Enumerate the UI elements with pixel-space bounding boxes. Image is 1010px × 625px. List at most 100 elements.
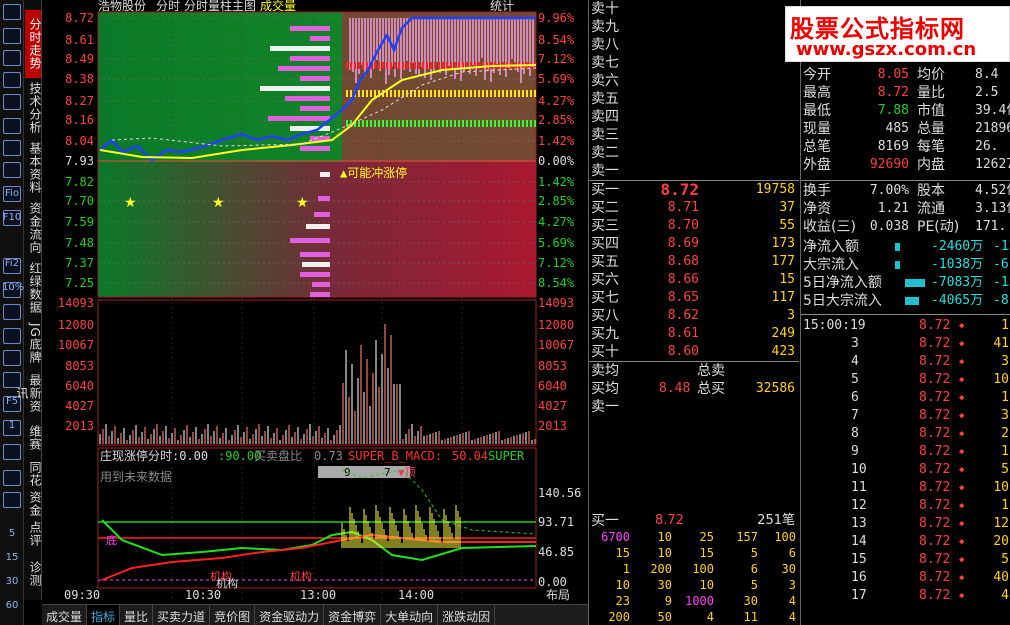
toolbar-icon-0[interactable]: [3, 4, 21, 20]
queue-cell: 200: [608, 610, 630, 624]
price-label-right: 4.27%: [538, 215, 575, 229]
tick-volume: 10: [993, 372, 1009, 387]
stat-key: 外盘: [803, 157, 831, 173]
intraday-chart[interactable]: 8.72 8.61 8.49 8.38 8.27 8.16 8.04 7.93 7.82 7.70…: [42, 0, 588, 602]
queue-cell: 10: [657, 530, 672, 544]
left-nav-tabs: 分时走势技术分析基本资料资金流向红绿数据 JG底牌最新资讯维赛同花 资金 点评诊测: [15, 0, 42, 600]
indicator-axis-label: 140.56: [538, 486, 581, 500]
queue-cell: 15: [699, 546, 714, 560]
ratio-value: 0.73: [314, 449, 343, 463]
toolbar-icon-5[interactable]: [3, 118, 21, 134]
tick-price: 8.72: [919, 516, 951, 531]
price-label-left: 8.38: [65, 72, 94, 86]
bid-price: 8.71: [667, 200, 699, 215]
toolbar-icon-4[interactable]: [3, 94, 21, 110]
nav-tab-4[interactable]: 红绿数据: [25, 260, 42, 316]
band-mark: [458, 120, 460, 127]
band-mark: [454, 120, 456, 127]
bid-label: 买六: [591, 272, 619, 288]
stat-key: 现量: [803, 121, 831, 137]
stat2-key2: 流通: [917, 201, 945, 217]
band-mark: [378, 62, 380, 69]
nav-tab-6[interactable]: 最新资讯: [15, 370, 42, 416]
band-mark: [522, 120, 524, 127]
queue-cell: 100: [692, 562, 714, 576]
bottom-tab-0[interactable]: 成交量: [42, 605, 88, 625]
tick-volume: 3: [1001, 408, 1009, 423]
tick-time: 5: [851, 372, 859, 387]
band-mark: [506, 90, 508, 97]
bottom-tab-5[interactable]: 资金驱动力: [255, 605, 325, 625]
volume-label-right: 10067: [538, 338, 574, 352]
band-mark: [530, 90, 532, 97]
tick-row: 10 8.72 ◆ 5: [803, 461, 1010, 479]
nav-tab-5[interactable]: JG底牌: [25, 320, 42, 366]
band-mark: [438, 90, 440, 97]
band-mark: [474, 90, 476, 97]
tick-up-marker: ◆: [959, 501, 965, 511]
bid-volume: 177: [771, 254, 795, 269]
band-mark: [426, 62, 428, 69]
flow-value: -7083万: [931, 275, 984, 290]
bid-price: 8.62: [667, 308, 699, 323]
nav-tab-11[interactable]: 诊测: [25, 556, 42, 592]
nav-tab-2[interactable]: 基本资料: [25, 140, 42, 196]
indicator-green-line: [101, 519, 537, 562]
band-mark: [362, 120, 364, 127]
toolbar-icon-6[interactable]: [3, 140, 21, 156]
bottom-tab-7[interactable]: 大单动向: [381, 605, 439, 625]
bottom-tab-8[interactable]: 涨跌动因: [438, 605, 496, 625]
toolbar-icon-3[interactable]: [3, 72, 21, 88]
bottom-tag: 底: [106, 533, 117, 547]
nav-tab-10[interactable]: 点评: [25, 520, 42, 548]
toolbar-icon-2[interactable]: [3, 50, 21, 66]
nav-tab-9[interactable]: 资金: [25, 490, 42, 518]
stats-label: 统计: [490, 0, 514, 13]
queue-cell: 100: [774, 530, 796, 544]
bottom-tab-6[interactable]: 资金博弈: [324, 605, 382, 625]
bid-price: 8.65: [667, 290, 699, 305]
toolbar-icon-19[interactable]: [3, 470, 21, 486]
volume-label-left: 6040: [65, 379, 94, 393]
volume-label-left: 2013: [65, 419, 94, 433]
flow-bar: [905, 297, 919, 305]
bottom-tab-4[interactable]: 竞价图: [210, 605, 256, 625]
bottom-tab-1[interactable]: 指标: [87, 605, 121, 625]
queue-cell: 5: [750, 578, 758, 592]
bottom-tab-2[interactable]: 量比: [120, 605, 154, 625]
band-mark: [398, 120, 400, 127]
flow-value: -1038万: [931, 257, 984, 272]
divider: [801, 180, 1010, 181]
bottom-tab-3[interactable]: 买卖力道: [153, 605, 211, 625]
queue-cell: 10: [615, 578, 630, 592]
nav-tab-1[interactable]: 技术分析: [25, 80, 42, 136]
toolbar-icon-18[interactable]: [3, 444, 21, 460]
toolbar-icon-12[interactable]: [3, 304, 21, 320]
tick-up-marker: ◆: [959, 357, 965, 367]
bid-price: 8.70: [667, 218, 699, 233]
band-mark: [362, 90, 364, 97]
toolbar-icon-15[interactable]: [3, 372, 21, 388]
toolbar-icon-13[interactable]: [3, 328, 21, 344]
tick-volume: 3: [1001, 354, 1009, 369]
price-level-bar: [318, 196, 330, 201]
toolbar-icon-1[interactable]: [3, 28, 21, 44]
toolbar-icon-7[interactable]: [3, 162, 21, 178]
nav-tab-8[interactable]: 同花: [25, 460, 42, 488]
bid-row: 买二 8.71 37: [589, 199, 799, 217]
macd-value: 50.04: [452, 449, 488, 463]
toolbar-icon-20[interactable]: [3, 492, 21, 508]
bid-row: 买四 8.69 173: [589, 235, 799, 253]
nav-tab-7[interactable]: 维赛: [25, 420, 42, 456]
price-level-bar: [300, 252, 330, 257]
band-mark: [422, 62, 424, 69]
band-mark: [386, 62, 388, 69]
price-level-bar: [300, 76, 330, 81]
toolbar-icon-14[interactable]: [3, 350, 21, 366]
jg-tag: 机构: [290, 569, 312, 583]
tick-row: 9 8.72 ◆ 1: [803, 443, 1010, 461]
nav-tab-3[interactable]: 资金流向: [25, 200, 42, 256]
tick-price: 8.72: [919, 336, 951, 351]
flow-key: 大宗流入: [803, 257, 859, 273]
nav-tab-0[interactable]: 分时走势: [25, 10, 42, 78]
